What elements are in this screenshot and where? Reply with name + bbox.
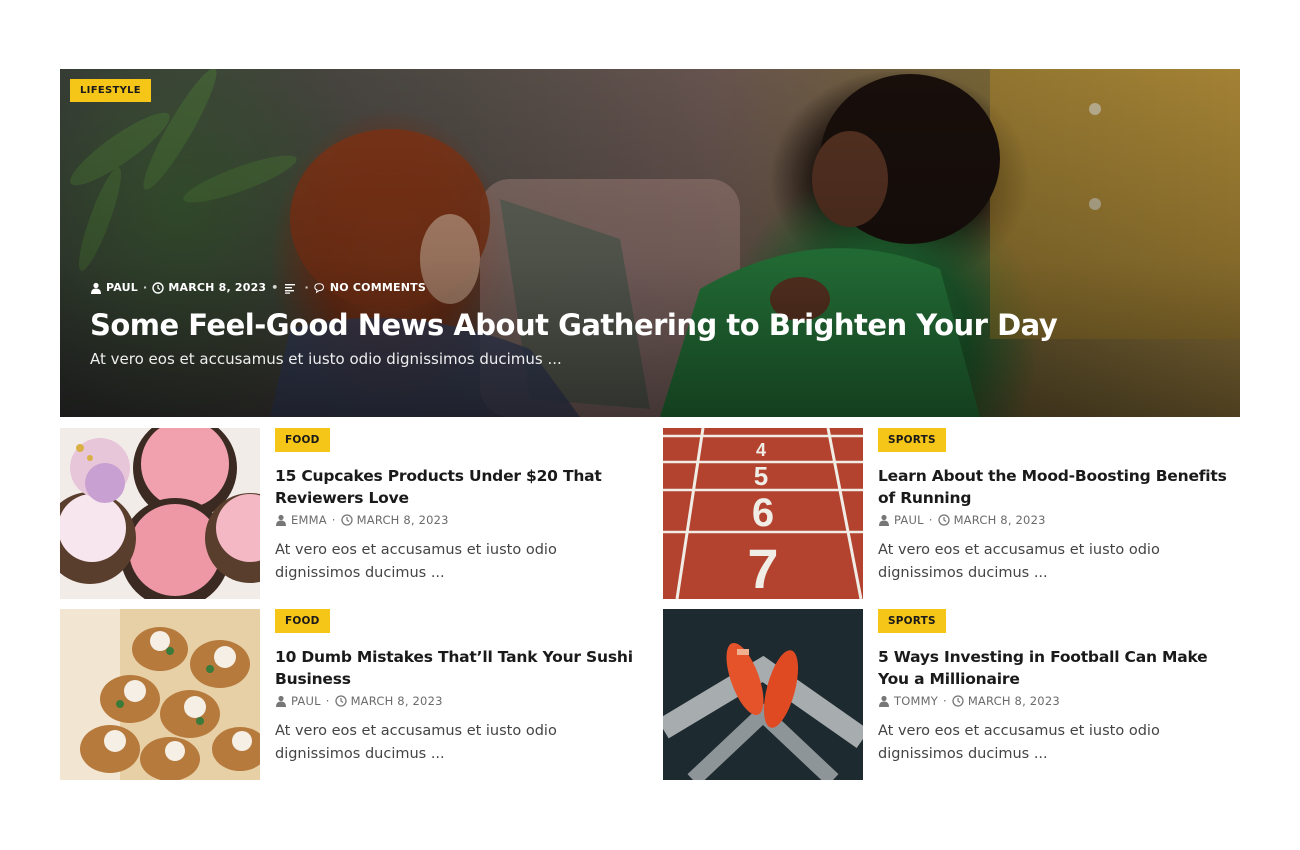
post-card-body: SPORTS 5 Ways Investing in Football Can …	[878, 609, 1241, 766]
hero-category-badge[interactable]: LIFESTYLE	[70, 79, 151, 102]
lane-number: 5	[754, 461, 768, 491]
user-icon	[275, 514, 287, 526]
post-title[interactable]: 10 Dumb Mistakes That’ll Tank Your Sushi…	[275, 646, 638, 690]
post-author[interactable]: PAUL	[291, 694, 321, 708]
post-date[interactable]: MARCH 8, 2023	[357, 513, 449, 527]
category-badge[interactable]: SPORTS	[878, 609, 946, 633]
clock-icon	[152, 281, 165, 294]
user-icon	[878, 514, 890, 526]
post-title[interactable]: 15 Cupcakes Products Under $20 That Revi…	[275, 465, 638, 509]
post-excerpt: At vero eos et accusamus et iusto odio d…	[878, 542, 1160, 581]
football-boots-image	[663, 609, 863, 780]
separator: ·	[325, 694, 330, 708]
lane-number: 6	[752, 491, 774, 535]
post-excerpt: At vero eos et accusamus et iusto odio d…	[878, 723, 1160, 762]
hero-date[interactable]: MARCH 8, 2023	[168, 281, 266, 294]
post-thumbnail[interactable]	[60, 609, 260, 780]
sushi-image	[60, 609, 260, 780]
lane-number: 4	[756, 440, 766, 460]
hero-excerpt: At vero eos et accusamus et iusto odio d…	[90, 350, 562, 368]
post-card[interactable]: SPORTS 5 Ways Investing in Football Can …	[663, 609, 1241, 780]
separator: ·	[304, 281, 309, 294]
clock-icon	[937, 514, 950, 526]
post-title[interactable]: 5 Ways Investing in Football Can Make Yo…	[878, 646, 1241, 690]
post-author[interactable]: PAUL	[894, 513, 924, 527]
post-card-body: FOOD 10 Dumb Mistakes That’ll Tank Your …	[275, 609, 638, 766]
hero-meta: PAUL · MARCH 8, 2023 • · NO COMMENTS	[90, 281, 1090, 294]
post-date[interactable]: MARCH 8, 2023	[954, 513, 1046, 527]
post-card[interactable]: FOOD 15 Cupcakes Products Under $20 That…	[60, 428, 638, 599]
post-meta: PAUL · MARCH 8, 2023	[275, 694, 638, 708]
post-title[interactable]: Learn About the Mood-Boosting Benefits o…	[878, 465, 1241, 509]
post-meta: EMMA · MARCH 8, 2023	[275, 513, 638, 527]
post-thumbnail[interactable]: 4 5 6 7	[663, 428, 863, 599]
hero-author[interactable]: PAUL	[106, 281, 138, 294]
clock-icon	[340, 514, 353, 526]
separator: ·	[942, 694, 947, 708]
post-thumbnail[interactable]	[663, 609, 863, 780]
comments-icon	[314, 282, 326, 294]
category-badge[interactable]: SPORTS	[878, 428, 946, 452]
post-card[interactable]: 4 5 6 7 SPORTS Learn About the Mood-Boos…	[663, 428, 1241, 599]
post-author[interactable]: EMMA	[291, 513, 327, 527]
reading-time-icon	[284, 282, 296, 294]
lane-number: 7	[747, 537, 778, 599]
running-track-image: 4 5 6 7	[663, 428, 863, 599]
post-card-body: SPORTS Learn About the Mood-Boosting Ben…	[878, 428, 1241, 585]
user-icon	[275, 695, 287, 707]
post-meta: TOMMY · MARCH 8, 2023	[878, 694, 1241, 708]
category-badge[interactable]: FOOD	[275, 428, 330, 452]
post-excerpt: At vero eos et accusamus et iusto odio d…	[275, 542, 557, 581]
separator: ·	[331, 513, 336, 527]
separator: ·	[928, 513, 933, 527]
hero-post[interactable]: LIFESTYLE PAUL · MARCH 8, 2023 • · NO CO…	[60, 69, 1240, 417]
post-author[interactable]: TOMMY	[894, 694, 938, 708]
separator: ·	[142, 281, 148, 294]
hero-content: PAUL · MARCH 8, 2023 • · NO COMMENTS Som…	[90, 281, 1090, 368]
hero-title[interactable]: Some Feel-Good News About Gathering to B…	[90, 308, 1090, 342]
separator: •	[271, 281, 279, 294]
cupcake-image	[60, 428, 260, 599]
post-meta: PAUL · MARCH 8, 2023	[878, 513, 1241, 527]
clock-icon	[952, 695, 964, 707]
post-thumbnail[interactable]	[60, 428, 260, 599]
hero-comments[interactable]: NO COMMENTS	[330, 281, 426, 294]
post-card-body: FOOD 15 Cupcakes Products Under $20 That…	[275, 428, 638, 585]
featured-posts-section: LIFESTYLE PAUL · MARCH 8, 2023 • · NO CO…	[60, 69, 1240, 780]
post-excerpt: At vero eos et accusamus et iusto odio d…	[275, 723, 557, 762]
post-card[interactable]: FOOD 10 Dumb Mistakes That’ll Tank Your …	[60, 609, 638, 780]
user-icon	[878, 695, 890, 707]
clock-icon	[334, 695, 347, 707]
post-date[interactable]: MARCH 8, 2023	[968, 694, 1060, 708]
user-icon	[90, 282, 102, 294]
category-badge[interactable]: FOOD	[275, 609, 330, 633]
post-date[interactable]: MARCH 8, 2023	[351, 694, 443, 708]
